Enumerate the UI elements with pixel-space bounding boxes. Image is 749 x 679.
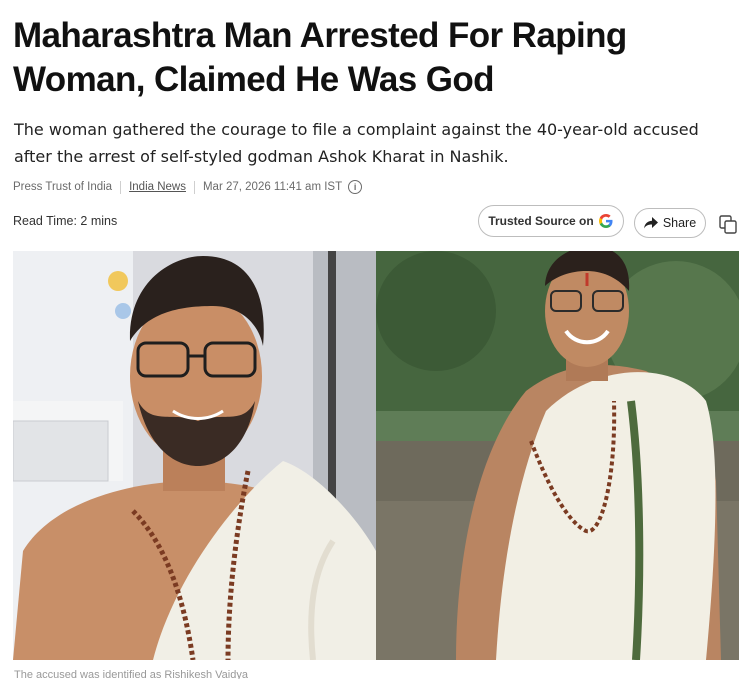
article-summary: The woman gathered the courage to file a… [14, 120, 699, 166]
category-link[interactable]: India News [129, 181, 186, 193]
article-meta: Press Trust of India India News Mar 27, … [13, 178, 363, 196]
info-icon[interactable]: i [348, 180, 363, 194]
meta-divider [120, 180, 122, 194]
source-label: Press Trust of India [13, 181, 113, 193]
timestamp: Mar 27, 2026 11:41 am IST [202, 181, 343, 193]
article-headline: Maharashtra Man Arrested For Raping Woma… [13, 16, 627, 99]
photo-caption: The accused was identified as Rishikesh … [14, 669, 248, 679]
read-time-label: Read Time: [13, 214, 77, 228]
meta-divider [193, 180, 195, 194]
copy-icon[interactable] [717, 213, 739, 235]
share-button[interactable]: Share [634, 208, 706, 238]
article-photo-right [376, 251, 739, 660]
share-label: Share [662, 216, 697, 230]
trusted-source-label: Trusted Source on [488, 214, 594, 228]
share-arrow-icon [643, 217, 658, 229]
article-photo-left [13, 251, 376, 660]
google-g-icon [598, 214, 613, 228]
trusted-source-button[interactable]: Trusted Source on [478, 205, 624, 237]
read-time: Read Time: 2 mins [13, 214, 117, 228]
read-time-value: 2 mins [80, 214, 118, 228]
